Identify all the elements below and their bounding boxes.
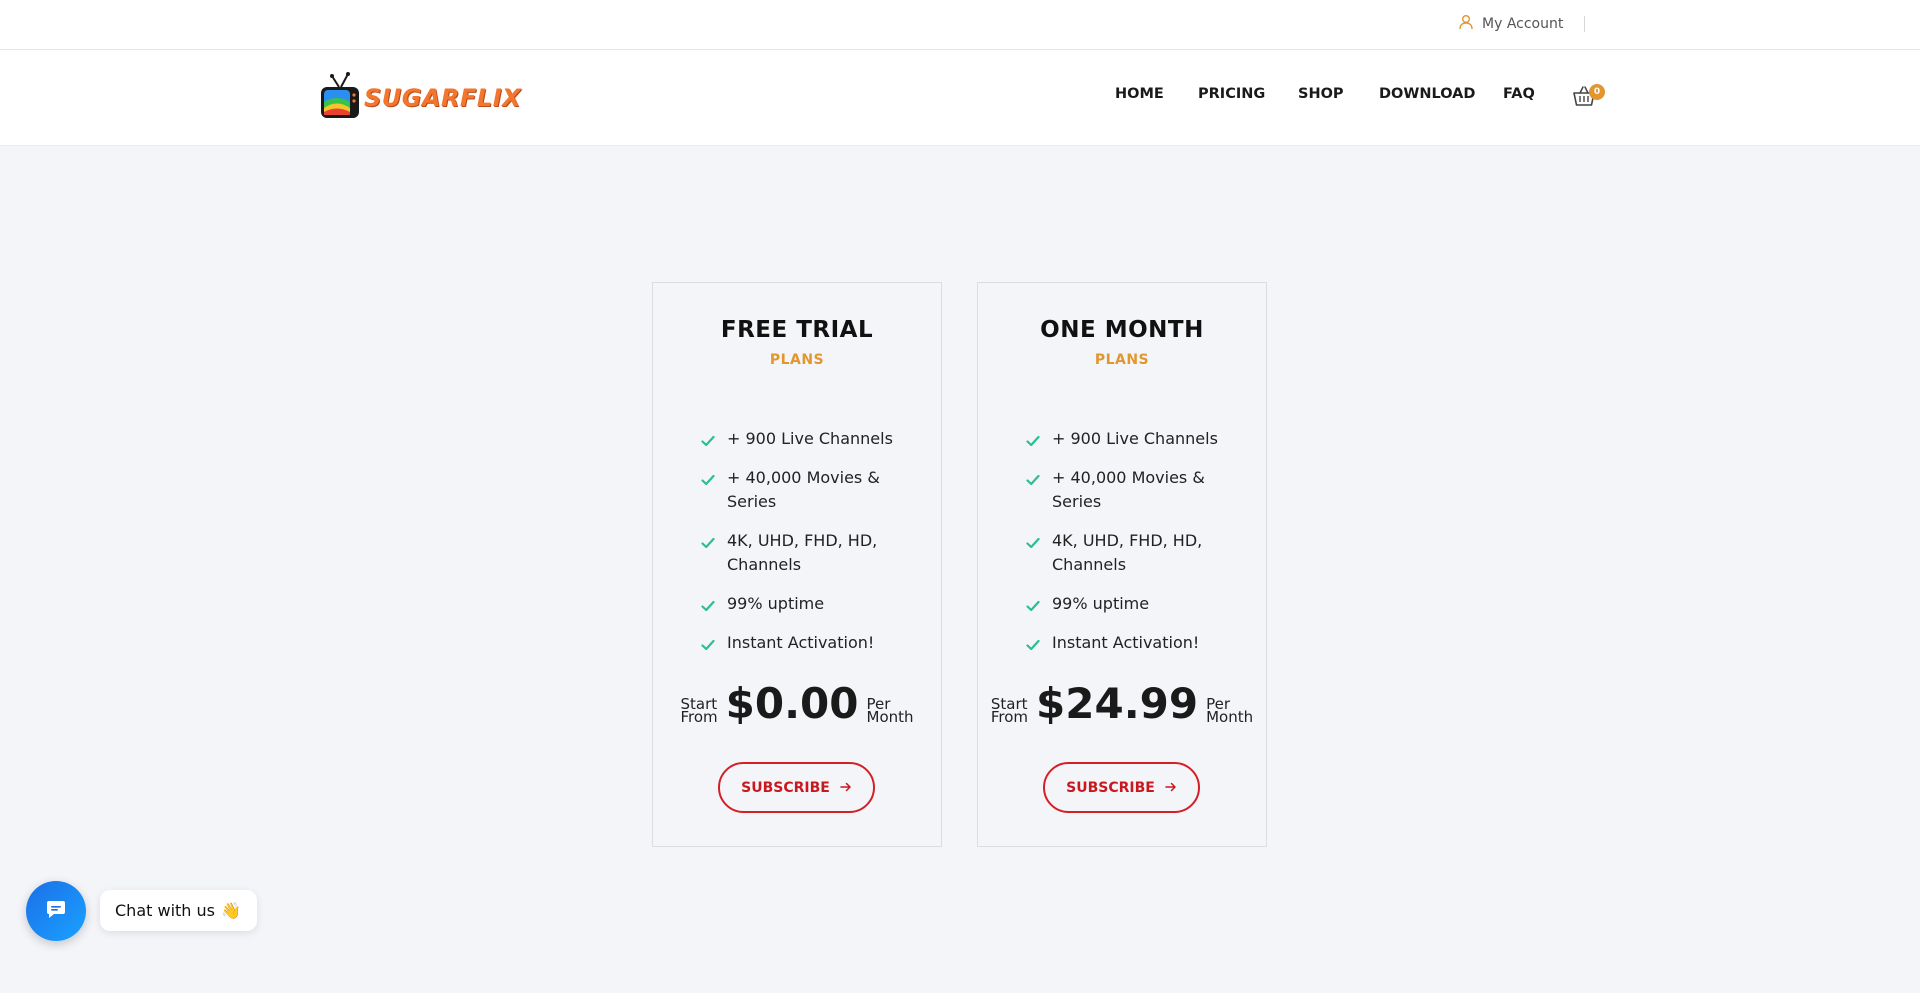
nav-shop[interactable]: SHOP xyxy=(1298,86,1344,102)
cart-count-badge: 0 xyxy=(1589,84,1605,100)
feature-list: + 900 Live Channels + 40,000 Movies & Se… xyxy=(701,427,921,670)
plan-subtitle: PLANS xyxy=(1094,352,1150,368)
price-prefix-line2: From xyxy=(990,708,1029,726)
feature-text: + 40,000 Movies & Series xyxy=(1052,468,1205,511)
check-icon xyxy=(701,533,715,557)
subscribe-button[interactable]: SUBSCRIBE xyxy=(718,762,875,813)
logo[interactable]: SUGARFLIX xyxy=(320,72,521,124)
subscribe-label: SUBSCRIBE xyxy=(1066,779,1155,796)
price-suffix: Per Month xyxy=(1206,697,1254,726)
feature-item: 4K, UHD, FHD, HD, Channels xyxy=(1026,529,1246,577)
check-icon xyxy=(701,635,715,659)
price-suffix: Per Month xyxy=(866,697,914,726)
price-prefix: Start From xyxy=(680,697,718,726)
nav-faq[interactable]: FAQ xyxy=(1503,86,1535,102)
price-amount: $0.00 xyxy=(725,679,859,728)
chat-launcher-button[interactable] xyxy=(26,881,86,941)
plan-subtitle: PLANS xyxy=(769,352,825,368)
feature-item: 99% uptime xyxy=(701,592,921,616)
feature-text: + 900 Live Channels xyxy=(1052,429,1218,448)
price-suffix-line2: Month xyxy=(866,708,914,726)
feature-item: + 900 Live Channels xyxy=(1026,427,1246,451)
logo-text: SUGARFLIX xyxy=(364,84,522,112)
chat-with-us-bubble[interactable]: Chat with us 👋 xyxy=(100,890,257,931)
feature-text: Instant Activation! xyxy=(1052,633,1200,652)
feature-text: 99% uptime xyxy=(727,594,825,613)
price-amount: $24.99 xyxy=(1036,679,1199,728)
feature-item: + 900 Live Channels xyxy=(701,427,921,451)
tv-icon xyxy=(320,72,360,124)
check-icon xyxy=(1026,431,1040,455)
feature-item: + 40,000 Movies & Series xyxy=(1026,466,1246,514)
check-icon xyxy=(1026,533,1040,557)
check-icon xyxy=(1026,635,1040,659)
feature-text: 99% uptime xyxy=(1052,594,1150,613)
arrow-right-icon xyxy=(840,780,852,796)
feature-item: 99% uptime xyxy=(1026,592,1246,616)
price-suffix-line2: Month xyxy=(1206,708,1254,726)
plan-price: Start From $0.00 Per Month xyxy=(653,683,941,725)
feature-item: + 40,000 Movies & Series xyxy=(701,466,921,514)
nav-pricing[interactable]: PRICING xyxy=(1198,86,1265,102)
site-header xyxy=(0,50,1920,146)
check-icon xyxy=(1026,596,1040,620)
top-bar: My Account xyxy=(0,0,1920,50)
nav-download[interactable]: DOWNLOAD xyxy=(1379,86,1475,102)
feature-text: 4K, UHD, FHD, HD, Channels xyxy=(1052,531,1203,574)
subscribe-label: SUBSCRIBE xyxy=(741,779,830,796)
plan-price: Start From $24.99 Per Month xyxy=(978,683,1266,725)
price-prefix-line2: From xyxy=(680,708,718,726)
check-icon xyxy=(701,431,715,455)
feature-item: 4K, UHD, FHD, HD, Channels xyxy=(701,529,921,577)
feature-item: Instant Activation! xyxy=(701,631,921,655)
plan-title: FREE TRIAL xyxy=(720,317,874,343)
user-icon xyxy=(1458,14,1474,34)
feature-item: Instant Activation! xyxy=(1026,631,1246,655)
chat-label: Chat with us xyxy=(115,901,215,920)
topbar-divider xyxy=(1584,16,1585,32)
check-icon xyxy=(701,470,715,494)
check-icon xyxy=(1026,470,1040,494)
nav-home[interactable]: HOME xyxy=(1115,86,1164,102)
my-account-label: My Account xyxy=(1482,16,1564,32)
arrow-right-icon xyxy=(1165,780,1177,796)
plan-title: ONE MONTH xyxy=(1040,317,1204,343)
feature-list: + 900 Live Channels + 40,000 Movies & Se… xyxy=(1026,427,1246,670)
feature-text: 4K, UHD, FHD, HD, Channels xyxy=(727,531,878,574)
subscribe-button[interactable]: SUBSCRIBE xyxy=(1043,762,1200,813)
feature-text: + 900 Live Channels xyxy=(727,429,893,448)
plan-card-free-trial: FREE TRIAL PLANS + 900 Live Channels + 4… xyxy=(652,282,942,847)
plan-card-one-month: ONE MONTH PLANS + 900 Live Channels + 40… xyxy=(977,282,1267,847)
chat-icon xyxy=(45,898,67,924)
waving-hand-icon: 👋 xyxy=(220,901,241,920)
feature-text: Instant Activation! xyxy=(727,633,875,652)
feature-text: + 40,000 Movies & Series xyxy=(727,468,880,511)
check-icon xyxy=(701,596,715,620)
my-account-link[interactable]: My Account xyxy=(1458,13,1563,35)
price-prefix: Start From xyxy=(990,697,1029,726)
